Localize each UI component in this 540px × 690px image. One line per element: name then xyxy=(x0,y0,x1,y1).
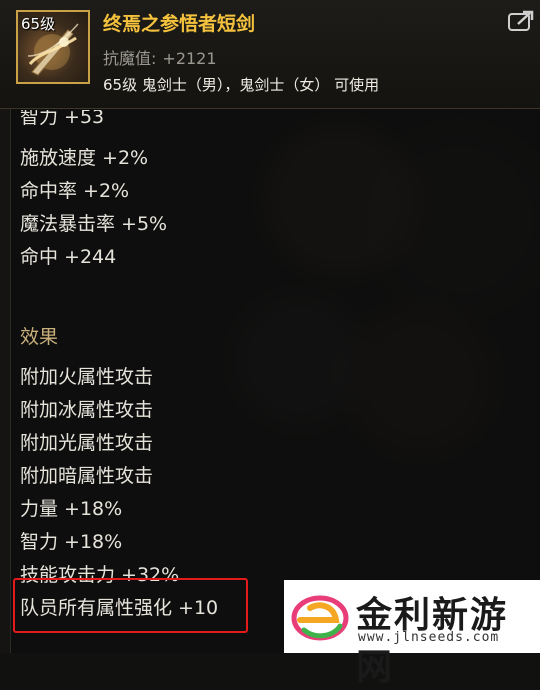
share-icon[interactable] xyxy=(508,10,534,32)
magic-resistance-value: +2121 xyxy=(162,49,217,68)
effect-line: 附加火属性攻击 xyxy=(20,366,154,388)
magic-resistance-line: 抗魔值: +2121 xyxy=(103,45,217,69)
stat-hit: 命中 +244 xyxy=(20,246,117,268)
item-name: 终焉之参悟者短剑 xyxy=(103,13,256,35)
item-level-tag: 65级 xyxy=(21,15,56,33)
effect-line: 力量 +18% xyxy=(20,498,123,520)
stat-magic-crit: 魔法暴击率 +5% xyxy=(20,213,168,235)
stat-cast-speed: 施放速度 +2% xyxy=(20,147,149,169)
stat-intelligence: 智力 +53 xyxy=(20,110,104,130)
magic-resistance-label: 抗魔值: xyxy=(103,49,157,68)
stat-hit-rate: 命中率 +2% xyxy=(20,180,130,202)
item-tooltip-header: 65级 终焉之参悟者短剑 抗魔值: +2121 65级 鬼剑士（男），鬼剑士（女）… xyxy=(0,0,540,109)
effect-line: 附加光属性攻击 xyxy=(20,432,154,454)
watermark-url: www.jlnseeds.com xyxy=(358,630,500,645)
usable-by-text: 65级 鬼剑士（男），鬼剑士（女） 可使用 xyxy=(103,76,380,94)
stat-text: 智力 +53 xyxy=(20,110,105,128)
effect-line: 附加冰属性攻击 xyxy=(20,399,154,421)
watermark-logo-icon xyxy=(291,595,349,641)
effect-line: 智力 +18% xyxy=(20,531,123,553)
short-sword-item-icon: 65级 xyxy=(16,10,90,84)
highlight-box xyxy=(13,578,248,633)
watermark-banner: 金利新游网 www.jlnseeds.com xyxy=(284,580,540,688)
effect-line: 附加暗属性攻击 xyxy=(20,465,154,487)
effects-title: 效果 xyxy=(20,326,59,348)
